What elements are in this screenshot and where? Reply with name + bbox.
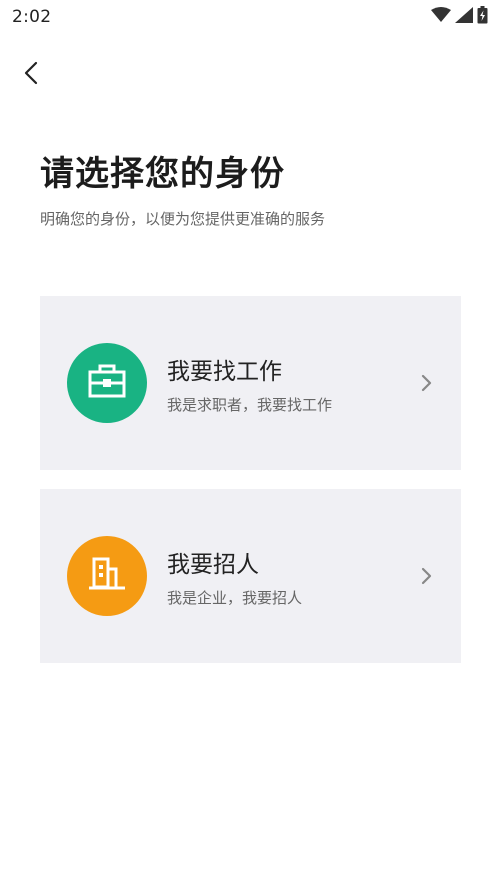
wifi-icon	[431, 7, 451, 27]
employer-card[interactable]: 我要招人 我是企业，我要招人	[40, 489, 461, 663]
status-bar: 2:02	[0, 0, 500, 34]
chevron-left-icon	[24, 61, 38, 89]
page-title: 请选择您的身份	[40, 154, 285, 194]
signal-icon	[455, 7, 473, 27]
employer-icon-circle	[67, 536, 147, 616]
battery-icon	[477, 6, 488, 28]
chevron-right-icon	[419, 372, 435, 394]
job-seeker-description: 我是求职者，我要找工作	[167, 396, 333, 414]
briefcase-icon	[87, 363, 127, 403]
job-seeker-title: 我要找工作	[167, 359, 282, 385]
page-subtitle: 明确您的身份，以便为您提供更准确的服务	[40, 210, 326, 228]
job-seeker-icon-circle	[67, 343, 147, 423]
building-icon	[87, 556, 127, 596]
status-time: 2:02	[12, 7, 52, 27]
job-seeker-card[interactable]: 我要找工作 我是求职者，我要找工作	[40, 296, 461, 470]
chevron-right-icon	[419, 565, 435, 587]
employer-description: 我是企业，我要招人	[167, 589, 303, 607]
status-icons	[431, 6, 488, 28]
back-button[interactable]	[14, 58, 48, 92]
employer-title: 我要招人	[167, 552, 259, 578]
